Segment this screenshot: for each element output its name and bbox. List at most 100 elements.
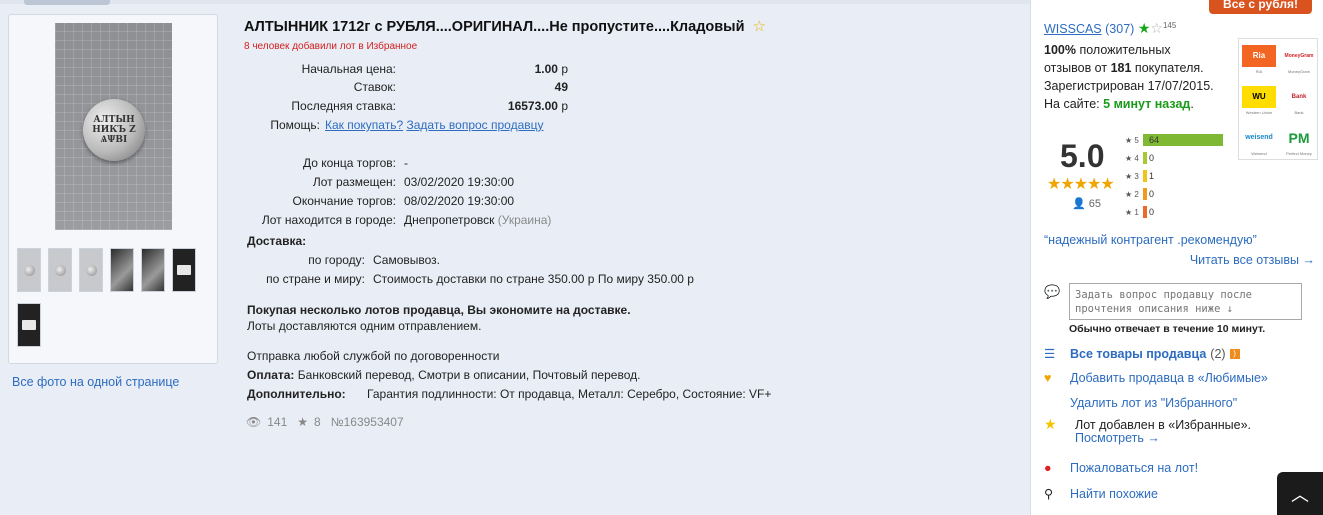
votes-count: 👤 65 — [1072, 198, 1102, 210]
thumbnail[interactable] — [48, 248, 72, 292]
rating-row-value: 0 — [1149, 153, 1155, 163]
ria-logo: Ria RIA — [1239, 39, 1279, 79]
promo-badge[interactable]: Все с рубля! — [1209, 0, 1312, 14]
delivery-world: Стоимость доставки по стране 350.00 р По… — [373, 272, 694, 286]
complain-link[interactable]: Пожаловаться на лот! — [1070, 461, 1198, 475]
help-label: Помощь: — [270, 118, 320, 132]
search-icon: ⚲ — [1044, 487, 1054, 501]
main-photo[interactable]: АЛТЫН НИКЪ Z ѦΨВІ — [55, 23, 172, 230]
rating-row-label: ★ 5 — [1125, 135, 1139, 145]
ends-date: 08/02/2020 19:30:00 — [404, 194, 515, 208]
scroll-to-top-button[interactable]: ︿ — [1277, 472, 1323, 515]
rating-row-label: ★ 4 — [1125, 153, 1139, 163]
ask-seller-link[interactable]: Задать вопрос продавцу — [406, 118, 543, 132]
save-note: Лоты доставляются одним отправлением. — [247, 319, 482, 333]
empty-star-icon: ☆ — [1150, 20, 1163, 36]
all-goods-row[interactable]: ☰ Все товары продавца (2) ) — [1044, 346, 1240, 361]
lot-number: №163953407 — [330, 415, 404, 429]
thumbnail[interactable] — [110, 248, 134, 292]
rating-row: ★ 2 0 — [1125, 187, 1223, 201]
stars-count: 8 — [314, 415, 321, 429]
rating-row-value: 0 — [1149, 189, 1155, 199]
stars-count-badge: 145 — [1162, 20, 1177, 30]
city-name: Днепропетровск — [404, 213, 495, 227]
seller-header: WISSCAS (307) ★☆145 — [1044, 20, 1176, 37]
all-goods-link[interactable]: Все товары продавца — [1070, 347, 1206, 361]
country-name: (Украина) — [497, 213, 552, 227]
delivery-city-label: по городу: — [308, 253, 365, 267]
lot-added-note: Лот добавлен в «Избранные». — [1075, 417, 1251, 432]
add-seller-favorite-link[interactable]: Добавить продавца в «Любимые» — [1070, 371, 1268, 385]
seller-reviews: 100% положительных отзывов от 181 покупа… — [1044, 43, 1214, 111]
start-price: 1.00 р — [534, 62, 568, 76]
green-star-icon: ★ — [1137, 20, 1151, 36]
rating-row-value: 1 — [1149, 171, 1155, 181]
rating-row-value: 0 — [1149, 207, 1155, 217]
bank-logo: Bank Bank — [1291, 93, 1307, 115]
remove-lot-link[interactable]: Удалить лот из "Избранного" — [1070, 396, 1237, 410]
rating-row-bar: 0 — [1143, 188, 1223, 200]
thumbnail-row — [17, 303, 209, 349]
payment-methods: Банковский перевод, Смотри в описании, П… — [297, 368, 641, 382]
rating-row-label: ★ 1 — [1125, 207, 1139, 217]
review-quote[interactable]: “надежный контрагент .рекомендую” — [1044, 233, 1257, 247]
person-icon: 👤 — [1072, 198, 1086, 210]
perfect-money-logo: PM Perfect Money — [1286, 129, 1312, 156]
photo-gallery: АЛТЫН НИКЪ Z ѦΨВІ — [8, 14, 218, 364]
look-row[interactable]: Посмотреть → — [1075, 431, 1160, 445]
complain-row[interactable]: ● Пожаловаться на лот! — [1044, 461, 1198, 475]
ask-seller-input[interactable] — [1069, 283, 1302, 320]
rating-row: ★ 3 1 — [1125, 169, 1223, 183]
time-left-label: До конца торгов: — [302, 156, 396, 170]
heart-icon: ♥ — [1044, 371, 1052, 385]
thumbnail[interactable] — [79, 248, 103, 292]
top-tab[interactable] — [24, 0, 110, 5]
favorite-star-icon-right: ★ — [1044, 416, 1057, 432]
thumbnail-row — [17, 248, 209, 294]
lot-title: АЛТЫННИК 1712г с РУБЛЯ....ОРИГИНАЛ....Не… — [244, 17, 766, 35]
how-to-buy-link[interactable]: Как покупать? — [325, 118, 403, 132]
eye-icon: 👁 — [246, 415, 262, 429]
seller-rating-count[interactable]: (307) — [1105, 22, 1134, 36]
favorite-star-icon[interactable]: ☆ — [752, 17, 765, 35]
delivery-city: Самовывоз. — [373, 253, 441, 267]
thumbnail[interactable] — [141, 248, 165, 292]
save-note-bold: Покупая несколько лотов продавца, Вы эко… — [247, 303, 631, 317]
remove-lot-row[interactable]: Удалить лот из "Избранного" — [1044, 396, 1237, 410]
rating-row-bar: 0 — [1143, 206, 1223, 218]
rating-row-bar: 1 — [1143, 170, 1223, 182]
extra-info: Дополнительно: Гарантия подлинности: От … — [247, 387, 771, 401]
seller-name-link[interactable]: WISSCAS — [1044, 22, 1102, 36]
chat-icon: 💬 — [1044, 284, 1061, 299]
star-icon: ★ — [297, 415, 309, 429]
city-label: Лот находится в городе: — [261, 213, 396, 227]
posted-date: 03/02/2020 19:30:00 — [404, 175, 515, 189]
find-similar-link[interactable]: Найти похожие — [1070, 487, 1158, 501]
coin-text-1: АЛТЫН — [93, 115, 135, 125]
weisend-logo: weisend Weisend — [1245, 134, 1273, 156]
thumbnail[interactable] — [17, 248, 41, 292]
thumbnail[interactable] — [172, 248, 196, 292]
add-favorite-row[interactable]: ♥ Добавить продавца в «Любимые» — [1044, 371, 1268, 385]
extra-label: Дополнительно: — [247, 387, 346, 401]
similar-row[interactable]: ⚲ Найти похожие — [1044, 486, 1158, 502]
start-price-label: Начальная цена: — [301, 62, 396, 76]
thumbnail[interactable] — [17, 303, 41, 347]
city: Днепропетровск (Украина) — [404, 213, 551, 227]
alert-icon: ● — [1044, 461, 1052, 475]
rss-icon[interactable]: ) — [1229, 348, 1240, 359]
payment-logos: Ria RIA MoneyGram MoneyGram WU Western U… — [1238, 38, 1318, 160]
all-photos-link[interactable]: Все фото на одной странице — [12, 375, 179, 389]
delivery-world-label: по стране и миру: — [266, 272, 365, 286]
read-all-reviews-link[interactable]: Читать все отзывы → — [1190, 253, 1315, 267]
lot-title-text: АЛТЫННИК 1712г с РУБЛЯ....ОРИГИНАЛ....Не… — [244, 19, 745, 35]
rating-stars-icon: ★★★★★ — [1047, 176, 1115, 193]
rating-row-bar: 64 — [1143, 134, 1223, 146]
coin-text-2: НИКЪ Z — [92, 125, 136, 135]
last-bid-label: Последняя ставка: — [291, 99, 396, 113]
time-left: - — [404, 156, 408, 170]
rating-row-bar: 0 — [1143, 152, 1223, 164]
look-link[interactable]: Посмотреть → — [1075, 431, 1160, 445]
extra-value: Гарантия подлинности: От продавца, Метал… — [367, 387, 772, 401]
list-icon: ☰ — [1044, 347, 1056, 361]
